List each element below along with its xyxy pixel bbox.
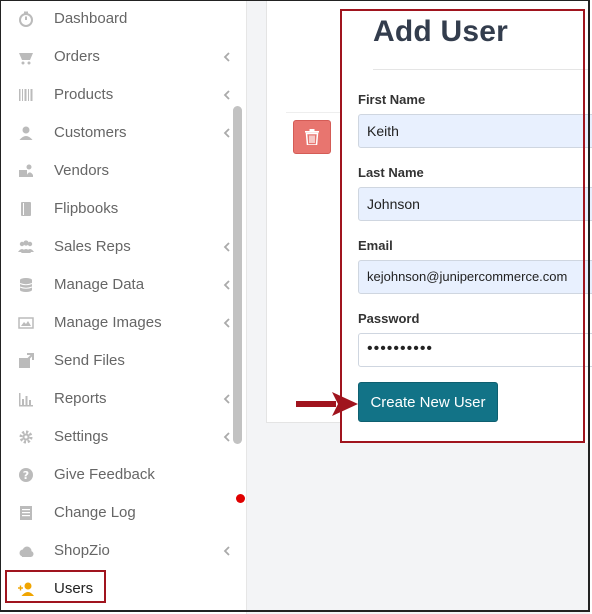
database-icon [18, 277, 34, 293]
sidebar-item-label: Products [54, 86, 114, 103]
last-name-input[interactable]: Johnson [358, 187, 592, 221]
first-name-label: First Name [358, 92, 426, 107]
sidebar-item-change-log[interactable]: Change Log [0, 494, 246, 532]
sidebar-item-settings[interactable]: Settings [0, 418, 246, 456]
password-label: Password [358, 311, 420, 326]
sidebar-item-label: Dashboard [54, 10, 128, 27]
cart-icon [18, 49, 34, 65]
sidebar-item-label: Settings [54, 428, 109, 445]
first-name-input[interactable]: Keith [358, 114, 592, 148]
delete-button[interactable] [293, 120, 331, 154]
chevron-left-icon [223, 394, 230, 404]
chevron-left-icon [223, 52, 230, 62]
sidebar-item-label: Send Files [54, 352, 125, 369]
last-name-label: Last Name [358, 165, 424, 180]
book-icon [18, 201, 34, 217]
chevron-left-icon [223, 432, 230, 442]
sidebar-item-orders[interactable]: Orders [0, 38, 246, 76]
sidebar-item-products[interactable]: Products [0, 76, 246, 114]
arrow-right-icon [296, 392, 358, 416]
sidebar-item-shopzio[interactable]: ShopZio [0, 532, 246, 570]
cloud-icon [18, 543, 34, 559]
sidebar-item-give-feedback[interactable]: ? Give Feedback [0, 456, 246, 494]
sidebar: Dashboard Orders Products Customers Vend… [0, 0, 247, 614]
chevron-left-icon [223, 128, 230, 138]
svg-text:?: ? [23, 469, 29, 482]
sidebar-item-label: Customers [54, 124, 127, 141]
sidebar-item-flipbooks[interactable]: Flipbooks [0, 190, 246, 228]
sidebar-item-label: Reports [54, 390, 107, 407]
sidebar-item-sales-reps[interactable]: Sales Reps [0, 228, 246, 266]
sidebar-item-manage-data[interactable]: Manage Data [0, 266, 246, 304]
image-icon [18, 315, 34, 331]
gear-icon [18, 429, 34, 445]
trash-icon [305, 129, 319, 145]
create-new-user-button[interactable]: Create New User [358, 382, 498, 422]
bar-chart-icon [18, 391, 34, 407]
dashboard-icon [18, 11, 34, 27]
users-highlight-box [5, 570, 106, 603]
sidebar-item-label: Manage Data [54, 276, 145, 293]
sidebar-item-label: Flipbooks [54, 200, 119, 217]
modal-title: Add User [373, 15, 508, 48]
sidebar-item-label: Sales Reps [54, 238, 131, 255]
user-icon [18, 125, 34, 141]
sidebar-scrollbar[interactable] [233, 106, 242, 444]
sidebar-item-label: Vendors [54, 162, 110, 179]
sidebar-item-vendors[interactable]: Vendors [0, 152, 246, 190]
sidebar-item-dashboard[interactable]: Dashboard [0, 0, 246, 38]
chevron-left-icon [223, 280, 230, 290]
sidebar-item-send-files[interactable]: Send Files [0, 342, 246, 380]
users-icon [18, 239, 34, 255]
sidebar-item-label: Orders [54, 48, 100, 65]
chevron-left-icon [223, 242, 230, 252]
add-user-modal [342, 9, 590, 443]
sidebar-item-label: Give Feedback [54, 466, 155, 483]
question-icon: ? [18, 467, 34, 483]
chevron-left-icon [223, 318, 230, 328]
vendors-icon [18, 163, 34, 179]
password-input[interactable]: •••••••••• [358, 333, 592, 367]
email-input[interactable]: kejohnson@junipercommerce.com [358, 260, 592, 294]
send-files-icon [18, 353, 34, 369]
title-divider [373, 69, 590, 70]
sidebar-item-label: ShopZio [54, 542, 110, 559]
barcode-icon [18, 87, 34, 103]
email-label: Email [358, 238, 393, 253]
sidebar-item-label: Change Log [54, 504, 136, 521]
sidebar-item-label: Manage Images [54, 314, 162, 331]
chevron-left-icon [223, 90, 230, 100]
notification-dot [236, 494, 245, 503]
sidebar-item-customers[interactable]: Customers [0, 114, 246, 152]
sidebar-item-reports[interactable]: Reports [0, 380, 246, 418]
document-icon [18, 505, 34, 521]
chevron-left-icon [223, 546, 230, 556]
sidebar-item-manage-images[interactable]: Manage Images [0, 304, 246, 342]
